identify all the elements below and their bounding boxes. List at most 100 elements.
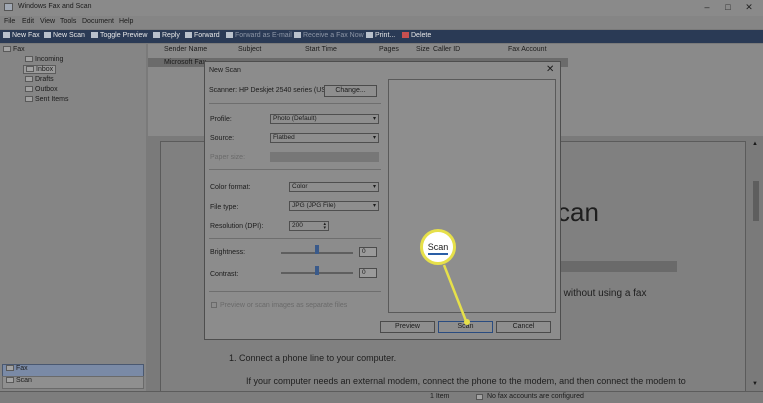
toolbar: New Fax New Scan Toggle Preview Reply Fo…: [0, 30, 763, 43]
close-icon[interactable]: ✕: [546, 64, 554, 75]
file-type-label: File type:: [210, 204, 239, 211]
close-icon[interactable]: ✕: [739, 2, 759, 13]
menu-document[interactable]: Document: [82, 18, 114, 25]
scroll-down-icon[interactable]: ▼: [752, 381, 758, 387]
forward-label: Forward: [194, 32, 220, 39]
preview-button[interactable]: Preview: [380, 321, 435, 333]
menu-view[interactable]: View: [40, 18, 55, 25]
contrast-slider-thumb[interactable]: [315, 266, 319, 275]
chevron-down-icon: ▾: [372, 203, 376, 209]
sidebar-item-drafts[interactable]: Drafts: [25, 76, 54, 83]
tree-root-fax[interactable]: Fax: [3, 46, 25, 53]
callout-underline: [428, 253, 448, 255]
column-header-subject[interactable]: Subject: [238, 46, 261, 53]
scroll-thumb[interactable]: [753, 181, 759, 221]
folder-icon: [25, 56, 33, 62]
menu-help[interactable]: Help: [119, 18, 133, 25]
callout-pointer-line: [442, 264, 468, 322]
cancel-button[interactable]: Cancel: [496, 321, 551, 333]
spin-arrows-icon[interactable]: ▴ ▾: [323, 222, 326, 231]
divider: [209, 169, 381, 170]
folder-sidebar: Fax Incoming Inbox Drafts Outbox Sent It…: [0, 44, 146, 402]
brightness-value-input[interactable]: 0: [359, 247, 377, 257]
nav-fax-label: Fax: [16, 365, 28, 372]
column-header-pages[interactable]: Pages: [379, 46, 399, 53]
dialog-title: New Scan: [209, 67, 241, 74]
scanner-icon: [6, 377, 14, 383]
source-value: Flatbed: [273, 134, 295, 141]
scanner-label: Scanner: HP Deskjet 2540 series (USB): [209, 87, 333, 94]
print-label: Print...: [375, 32, 396, 39]
new-scan-button[interactable]: New Scan: [44, 32, 85, 39]
column-header-start-time[interactable]: Start Time: [305, 46, 337, 53]
reply-button[interactable]: Reply: [153, 32, 180, 39]
new-scan-dialog: New Scan ✕ Scanner: HP Deskjet 2540 seri…: [204, 61, 561, 340]
sidebar-item-label: Drafts: [35, 76, 54, 83]
new-scan-label: New Scan: [53, 32, 85, 39]
preview-scrollbar[interactable]: ▲ ▼: [750, 141, 762, 391]
preview-highlight-bar: [547, 261, 677, 272]
sidebar-item-inbox[interactable]: Inbox: [23, 65, 57, 74]
column-header-caller-id[interactable]: Caller ID: [433, 46, 460, 53]
resolution-value: 200: [292, 222, 303, 229]
receive-fax-icon: [294, 32, 301, 38]
receive-fax-label: Receive a Fax Now: [303, 32, 364, 39]
chevron-down-icon: ▾: [372, 135, 376, 141]
color-format-value: Color: [292, 183, 308, 190]
divider: [209, 103, 381, 104]
menu-tools[interactable]: Tools: [60, 18, 76, 25]
forward-email-button[interactable]: Forward as E-mail: [226, 32, 292, 39]
sidebar-item-incoming[interactable]: Incoming: [25, 56, 63, 63]
chevron-down-icon: ▾: [372, 116, 376, 122]
change-scanner-button[interactable]: Change...: [324, 85, 377, 97]
menu-bar: File Edit View Tools Document Help: [0, 16, 763, 29]
resolution-label: Resolution (DPI):: [210, 223, 264, 230]
separate-files-checkbox[interactable]: [211, 302, 217, 308]
delete-button[interactable]: Delete: [402, 32, 431, 39]
resolution-input[interactable]: 200 ▴ ▾: [289, 221, 329, 231]
file-type-select[interactable]: JPG (JPG File) ▾: [289, 201, 379, 211]
divider: [209, 238, 381, 239]
sidebar-item-sent-items[interactable]: Sent Items: [25, 96, 68, 103]
email-icon: [226, 32, 233, 38]
paper-size-select[interactable]: [270, 152, 379, 162]
new-fax-button[interactable]: New Fax: [3, 32, 40, 39]
folder-icon: [25, 96, 33, 102]
contrast-value-input[interactable]: 0: [359, 268, 377, 278]
minimize-icon[interactable]: –: [697, 2, 717, 12]
brightness-label: Brightness:: [210, 249, 246, 256]
sidebar-item-label: Inbox: [36, 66, 54, 73]
app-icon: [4, 3, 13, 11]
column-header-size[interactable]: Size: [416, 46, 430, 53]
tree-root-label: Fax: [13, 46, 25, 53]
source-select[interactable]: Flatbed ▾: [270, 133, 379, 143]
chevron-down-icon: ▾: [372, 184, 376, 190]
color-format-label: Color format:: [210, 184, 251, 191]
menu-edit[interactable]: Edit: [22, 18, 34, 25]
forward-icon: [185, 32, 192, 38]
paper-size-label: Paper size:: [210, 154, 246, 161]
maximize-icon[interactable]: □: [718, 2, 738, 12]
profile-select[interactable]: Photo (Default) ▾: [270, 114, 379, 124]
brightness-slider-thumb[interactable]: [315, 245, 319, 254]
scroll-up-icon[interactable]: ▲: [752, 141, 758, 147]
sidebar-item-outbox[interactable]: Outbox: [25, 86, 58, 93]
folder-icon: [25, 76, 33, 82]
column-header-fax-account[interactable]: Fax Account: [508, 46, 547, 53]
delete-label: Delete: [411, 32, 432, 39]
printer-icon: [366, 32, 373, 38]
new-fax-label: New Fax: [12, 32, 40, 39]
receive-fax-button[interactable]: Receive a Fax Now: [294, 32, 364, 39]
status-accounts: No fax accounts are configured: [487, 393, 584, 400]
nav-scan[interactable]: Scan: [2, 376, 144, 389]
color-format-select[interactable]: Color ▾: [289, 182, 379, 192]
status-item-count: 1 Item: [430, 393, 450, 400]
print-button[interactable]: Print...: [366, 32, 395, 39]
toggle-preview-button[interactable]: Toggle Preview: [91, 32, 147, 39]
folder-icon: [25, 86, 33, 92]
forward-button[interactable]: Forward: [185, 32, 220, 39]
profile-value: Photo (Default): [273, 115, 317, 122]
menu-file[interactable]: File: [4, 18, 15, 25]
column-header-sender[interactable]: Sender Name: [164, 46, 207, 53]
reply-label: Reply: [162, 32, 180, 39]
